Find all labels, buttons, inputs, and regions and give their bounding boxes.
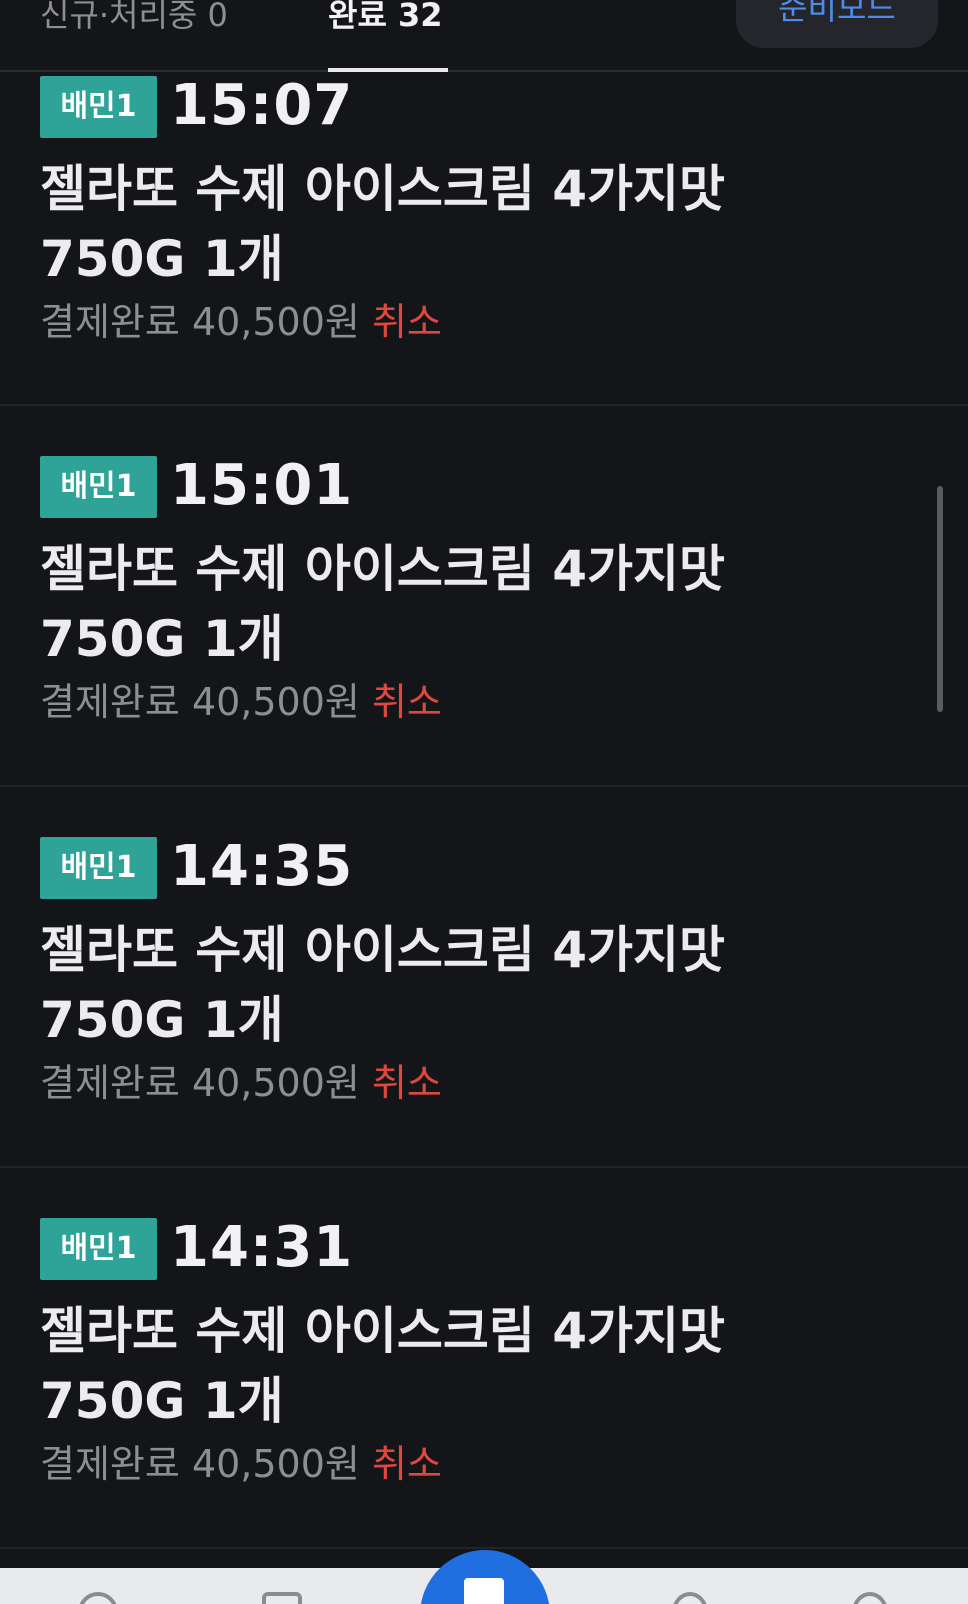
- order-status-line: 결제완료 40,500원 취소: [40, 678, 442, 726]
- order-amount: 40,500원: [191, 300, 360, 344]
- service-badge: 배민1: [40, 837, 157, 899]
- order-time: 14:31: [170, 1215, 354, 1280]
- order-card[interactable]: 배민1 14:35 젤라또 수제 아이스크림 4가지맛 750G 1개 결제완료…: [0, 787, 968, 1168]
- cancel-label: 취소: [371, 1442, 442, 1486]
- order-amount: 40,500원: [191, 1442, 360, 1486]
- tab-new-processing[interactable]: 신규·처리중 0: [40, 0, 228, 44]
- service-badge: 배민1: [40, 1218, 157, 1280]
- order-card[interactable]: 배민1 15:07 젤라또 수제 아이스크림 4가지맛 750G 1개 결제완료…: [0, 74, 968, 406]
- stats-icon[interactable]: [672, 1592, 708, 1604]
- order-status-line: 결제완료 40,500원 취소: [40, 1440, 442, 1488]
- active-tab-indicator: [328, 68, 448, 72]
- order-amount: 40,500원: [191, 680, 360, 724]
- home-icon[interactable]: [78, 1592, 118, 1604]
- ready-mode-button[interactable]: 준비모드: [736, 0, 938, 48]
- order-card[interactable]: 배민1 15:01 젤라또 수제 아이스크림 4가지맛 750G 1개 결제완료…: [0, 406, 968, 787]
- payment-status: 결제완료: [40, 680, 180, 724]
- order-status-line: 결제완료 40,500원 취소: [40, 298, 442, 346]
- order-time: 14:35: [170, 834, 354, 899]
- order-list-screen: 신규·처리중 0 완료 32 준비모드 배민1 15:07 젤라또 수제 아이스…: [0, 0, 968, 1604]
- order-icon: [464, 1578, 504, 1604]
- order-product: 젤라또 수제 아이스크림 4가지맛 750G 1개: [40, 1302, 726, 1430]
- payment-status: 결제완료: [40, 1061, 180, 1105]
- order-status-line: 결제완료 40,500원 취소: [40, 1059, 442, 1107]
- profile-icon[interactable]: [852, 1592, 888, 1604]
- scrollbar-thumb[interactable]: [937, 486, 943, 712]
- order-product: 젤라또 수제 아이스크림 4가지맛 750G 1개: [40, 540, 726, 668]
- order-product: 젤라또 수제 아이스크림 4가지맛 750G 1개: [40, 921, 726, 1049]
- cancel-label: 취소: [371, 1061, 442, 1105]
- order-tab-bar: 신규·처리중 0 완료 32 준비모드: [0, 0, 968, 72]
- order-amount: 40,500원: [191, 1061, 360, 1105]
- service-badge: 배민1: [40, 456, 157, 518]
- service-badge: 배민1: [40, 76, 157, 138]
- order-time: 15:01: [170, 453, 354, 518]
- cancel-label: 취소: [371, 300, 442, 344]
- order-time: 15:07: [170, 73, 354, 138]
- tab-completed[interactable]: 완료 32: [328, 0, 443, 44]
- cancel-label: 취소: [371, 680, 442, 724]
- order-fab-button[interactable]: [420, 1550, 550, 1604]
- payment-status: 결제완료: [40, 300, 180, 344]
- list-icon[interactable]: [262, 1592, 302, 1604]
- order-card[interactable]: 배민1 14:31 젤라또 수제 아이스크림 4가지맛 750G 1개 결제완료…: [0, 1168, 968, 1549]
- order-list: 배민1 15:07 젤라또 수제 아이스크림 4가지맛 750G 1개 결제완료…: [0, 74, 968, 1549]
- order-product: 젤라또 수제 아이스크림 4가지맛 750G 1개: [40, 160, 726, 288]
- payment-status: 결제완료: [40, 1442, 180, 1486]
